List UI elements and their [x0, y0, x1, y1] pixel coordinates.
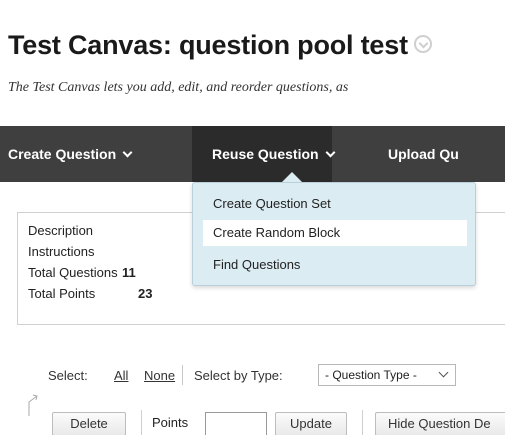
points-input[interactable]	[205, 412, 267, 435]
select-label: Select:	[48, 368, 88, 383]
menu-item-find-questions[interactable]: Find Questions	[203, 252, 467, 278]
chevron-down-icon	[325, 147, 336, 158]
page-title: Test Canvas: question pool test	[8, 30, 432, 61]
total-questions-row: Total Questions 11	[28, 265, 136, 280]
description-label: Description	[28, 223, 94, 238]
divider	[141, 410, 142, 435]
update-button[interactable]: Update	[275, 412, 347, 435]
total-questions-label: Total Questions	[28, 265, 118, 280]
reuse-question-menu[interactable]: Reuse Question	[192, 126, 336, 182]
create-question-menu[interactable]: Create Question	[8, 126, 133, 182]
chevron-down-icon	[122, 147, 133, 158]
upload-questions-button[interactable]: Upload Qu	[388, 126, 459, 182]
action-bar: Create Question Reuse Question Upload Qu	[0, 126, 505, 182]
instructions-label: Instructions	[28, 244, 95, 259]
description-row: Description	[28, 223, 93, 238]
question-type-select[interactable]: - Question Type -	[318, 364, 456, 386]
total-points-value: 23	[138, 286, 153, 301]
select-none-link[interactable]: None	[144, 368, 175, 383]
question-type-value: - Question Type -	[325, 368, 417, 382]
total-points-row: Total Points 23	[28, 286, 152, 301]
instructions-row: Instructions	[28, 244, 94, 259]
corner-arrow-icon	[28, 394, 38, 416]
points-label: Points	[152, 415, 189, 430]
hide-question-details-button[interactable]: Hide Question De	[375, 412, 505, 435]
delete-button[interactable]: Delete	[52, 412, 126, 435]
total-points-label: Total Points	[28, 286, 96, 301]
page-title-text: Test Canvas: question pool test	[8, 30, 408, 60]
chevron-down-icon[interactable]	[413, 34, 432, 53]
reuse-question-label: Reuse Question	[212, 146, 319, 162]
menu-item-create-random-block[interactable]: Create Random Block	[203, 220, 467, 246]
divider	[362, 410, 363, 435]
select-all-link[interactable]: All	[114, 368, 128, 383]
chevron-down-icon	[438, 367, 449, 378]
select-bar: Select: All None Select by Type: - Quest…	[48, 364, 456, 386]
divider	[182, 365, 183, 385]
menu-pointer	[282, 172, 302, 182]
select-by-type-label: Select by Type:	[194, 368, 283, 383]
reuse-question-dropdown: Create Question Set Create Random Block …	[192, 182, 476, 286]
total-questions-value: 11	[122, 265, 136, 280]
create-question-label: Create Question	[8, 146, 117, 162]
menu-item-create-question-set[interactable]: Create Question Set	[203, 191, 467, 217]
page-subtitle: The Test Canvas lets you add, edit, and …	[8, 80, 349, 95]
